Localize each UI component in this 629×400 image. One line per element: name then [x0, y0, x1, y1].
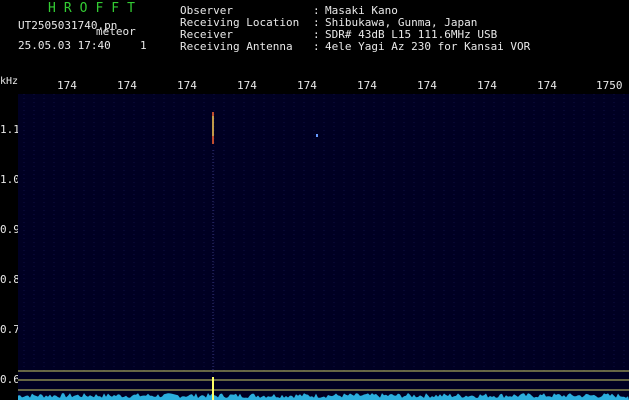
hrofft-window: HROFFT UT2505031740.pn meteor 25.05.03 1… — [0, 0, 629, 400]
y-tick-label: 0.7 — [0, 323, 20, 336]
observation-metadata: Observer: Masaki Kano Receiving Location:… — [180, 5, 530, 53]
y-tick-label: 0.8 — [0, 273, 20, 286]
freq-tick-label: 174 — [117, 79, 137, 92]
signal-blip — [316, 134, 318, 137]
y-tick-label: 0.6 — [0, 373, 20, 386]
app-title: HROFFT — [48, 1, 143, 16]
freq-tick-label: 174 — [237, 79, 257, 92]
spectrogram-display[interactable] — [18, 94, 629, 400]
freq-tick-label: 174 — [177, 79, 197, 92]
frequency-axis: 174 174 174 174 174 174 174 174 174 1750 — [0, 74, 629, 94]
header-panel: HROFFT UT2505031740.pn meteor 25.05.03 1… — [0, 0, 629, 74]
freq-tick-label: 1750 — [596, 79, 623, 92]
freq-tick-label: 174 — [417, 79, 437, 92]
meta-label: Receiving Antenna — [180, 40, 293, 53]
freq-tick-label: 174 — [537, 79, 557, 92]
spectrogram-canvas — [18, 94, 629, 400]
y-tick-label: 0.9 — [0, 223, 20, 236]
freq-tick-label: 174 — [57, 79, 77, 92]
y-tick-label: 1.0 — [0, 173, 20, 186]
meta-separator: : — [313, 40, 320, 53]
freq-tick-label: 174 — [297, 79, 317, 92]
meta-value: 4ele Yagi Az 230 for Kansai VOR — [325, 40, 531, 53]
freq-tick-label: 174 — [357, 79, 377, 92]
event-count: 1 — [140, 39, 147, 52]
meta-row-antenna: Receiving Antenna:4ele Yagi Az 230 for K… — [180, 41, 530, 53]
event-type-label: meteor — [96, 25, 136, 38]
y-tick-label: 1.1 — [0, 123, 20, 136]
timestamp: 25.05.03 17:40 — [18, 39, 111, 52]
freq-tick-label: 174 — [477, 79, 497, 92]
